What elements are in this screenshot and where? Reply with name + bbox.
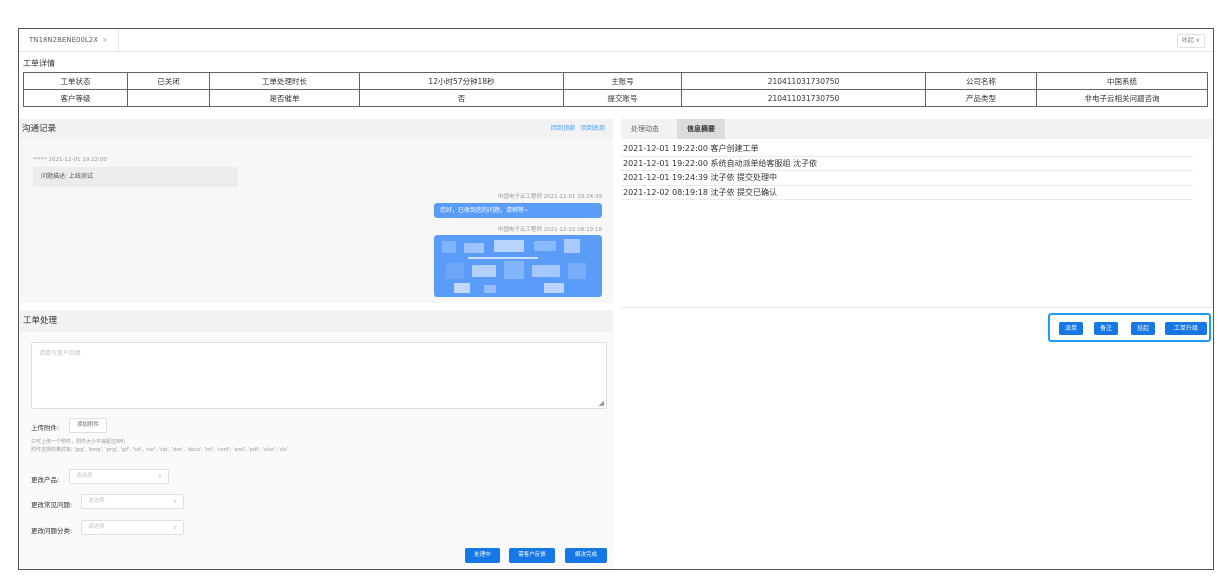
table-cell: 工单状态 — [23, 72, 128, 90]
table-cell: 中国系统 — [1036, 72, 1208, 90]
collapse-button[interactable]: 收起 ∨ — [1176, 34, 1205, 48]
chevron-down-icon: ∨ — [157, 473, 162, 480]
category-label: 更改问题分类: — [31, 527, 73, 535]
comm-links: 回到顶部 回到底部 — [545, 119, 605, 139]
ticket-window: TN18N2BENE00L2X × 收起 ∨ 工单详情 工单状态 已关闭 工单处理… — [18, 28, 1214, 570]
need-feedback-button[interactable]: 需客户反馈 — [509, 548, 555, 563]
category-select[interactable]: 请选择 ∨ — [81, 520, 184, 535]
table-cell — [127, 89, 210, 107]
customer-message-meta: ***** 2021-12-01 19:22:00 — [33, 157, 107, 163]
ticket-detail-table: 工单状态 已关闭 工单处理时长 12小时57分钟18秒 主账号 21041103… — [23, 72, 1208, 107]
category-select-placeholder: 请选择 — [88, 524, 105, 530]
table-cell: 是否催单 — [209, 89, 360, 107]
list-item: 2021-12-01 19:22:00 客户创建工单 — [621, 142, 1193, 157]
tab-bar: TN18N2BENE00L2X × 收起 ∨ — [19, 29, 1213, 52]
chevron-down-icon: ∨ — [172, 498, 177, 505]
engineer-image-message[interactable] — [434, 235, 602, 297]
detail-section-title: 工单详情 — [23, 59, 55, 68]
product-select[interactable]: 请选择 ∨ — [69, 469, 169, 484]
product-select-placeholder: 请选择 — [76, 473, 93, 479]
upload-hint: 只可上传一个附件，附件大小不得超过8M; — [31, 439, 126, 445]
table-cell: 提交账号 — [563, 89, 682, 107]
note-button[interactable]: 备注 — [1094, 322, 1118, 335]
dispatch-button[interactable]: 派单 — [1059, 322, 1083, 335]
table-cell: 210411031730750 — [681, 72, 926, 90]
side-tabs: 处理动态 信息摘要 — [621, 119, 1213, 139]
upload-label: 上传附件: — [31, 424, 60, 432]
suspend-button[interactable]: 挂起 — [1131, 322, 1155, 335]
table-cell: 210411031730750 — [681, 89, 926, 107]
table-cell: 公司名称 — [925, 72, 1037, 90]
scroll-bottom-link[interactable]: 回到底部 — [581, 125, 605, 132]
list-item: 2021-12-01 19:24:39 沈子依 提交处理中 — [621, 171, 1193, 186]
common-issue-select[interactable]: 请选择 ∨ — [81, 494, 184, 509]
table-cell: 非电子云相关问题咨询 — [1036, 89, 1208, 107]
close-icon[interactable]: × — [102, 36, 108, 44]
table-row: 工单状态 已关闭 工单处理时长 12小时57分钟18秒 主账号 21041103… — [23, 72, 1208, 90]
reply-placeholder: 请填写客户回复 — [39, 350, 82, 357]
table-cell: 已关闭 — [127, 72, 210, 90]
upgrade-button[interactable]: 工单升级 — [1165, 322, 1207, 335]
table-cell: 工单处理时长 — [209, 72, 360, 90]
comm-title: 沟通记录 — [22, 124, 57, 134]
product-label: 更改产品: — [31, 476, 60, 484]
scroll-top-link[interactable]: 回到顶部 — [551, 125, 575, 132]
action-bar: 派单 备注 挂起 工单升级 — [1048, 313, 1211, 342]
ticket-tab[interactable]: TN18N2BENE00L2X × — [19, 29, 119, 51]
engineer-message-meta: 中国电子云工程师 2021-12-01 19:24:39 — [497, 194, 602, 200]
engineer-message: 您好，已收到您的问题，请稍等~ — [434, 203, 602, 218]
tab-summary[interactable]: 信息摘要 — [677, 119, 725, 139]
table-cell: 客户等级 — [23, 89, 128, 107]
handle-title: 工单处理 — [23, 316, 58, 326]
engineer-message-meta: 中国电子云工程师 2021-12-02 08:19:18 — [497, 227, 602, 233]
table-cell: 主账号 — [563, 72, 682, 90]
ticket-tab-label: TN18N2BENE00L2X — [29, 36, 99, 44]
table-cell: 否 — [359, 89, 564, 107]
customer-message: 问题描述: 上线测试 — [33, 167, 238, 187]
add-attachment-button[interactable]: 添加附件 — [69, 418, 107, 433]
comm-header: 沟通记录 回到顶部 回到底部 — [19, 119, 613, 139]
upload-format-hint: 附件支持的格式有: 'jpg', 'bmp', 'png', 'gif', 't… — [31, 447, 288, 453]
handle-header: 工单处理 — [19, 310, 613, 332]
event-list: 2021-12-01 19:22:00 客户创建工单 2021-12-01 19… — [621, 142, 1193, 200]
common-issue-select-placeholder: 请选择 — [88, 498, 105, 504]
list-item: 2021-12-02 08:19:18 沈子依 提交已确认 — [621, 186, 1193, 200]
reply-textarea[interactable]: 请填写客户回复 ◢ — [31, 342, 607, 409]
table-row: 客户等级 是否催单 否 提交账号 210411031730750 产品类型 非电… — [23, 89, 1208, 107]
resize-handle-icon[interactable]: ◢ — [599, 399, 604, 407]
tab-dynamics[interactable]: 处理动态 — [621, 119, 669, 139]
resolved-button[interactable]: 解决完成 — [565, 548, 607, 563]
common-issue-label: 更改常见问题: — [31, 501, 73, 509]
table-cell: 产品类型 — [925, 89, 1037, 107]
chevron-down-icon: ∨ — [172, 524, 177, 531]
list-item: 2021-12-01 19:22:00 系统自动派单给客服组 沈子依 — [621, 157, 1193, 171]
table-cell: 12小时57分钟18秒 — [359, 72, 564, 90]
processing-button[interactable]: 处理中 — [465, 548, 500, 563]
